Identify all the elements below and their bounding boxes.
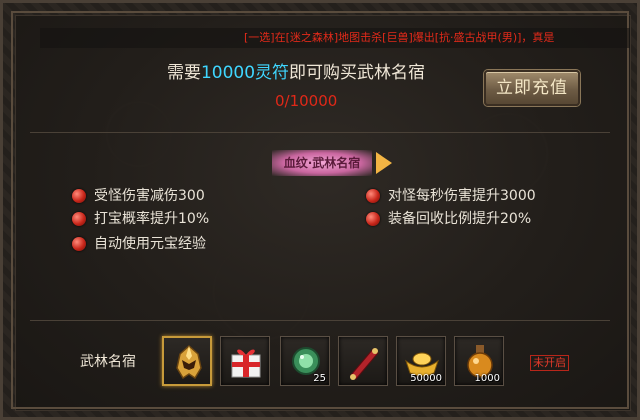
reward-label: 武林名宿 (80, 354, 136, 370)
divider-top (30, 132, 610, 133)
attribute-text: 打宝概率提升10% (94, 211, 210, 227)
required-amount: 10000灵符 (200, 63, 290, 83)
progress-count: 0/10000 (275, 92, 338, 110)
item-quantity: 1000 (474, 373, 500, 384)
attribute-text: 对怪每秒伤害提升3000 (388, 188, 536, 204)
item-quantity: 25 (313, 373, 326, 384)
status-badge: 未开启 (530, 355, 569, 371)
reward-slot-gem[interactable]: 25 (280, 336, 330, 386)
reward-slot-ingot[interactable]: 50000 (396, 336, 446, 386)
recharge-button[interactable]: 立即充值 (484, 70, 580, 106)
bullet-icon (366, 212, 380, 226)
requirement-suffix: 即可购买武林名宿 (289, 63, 426, 83)
bullet-icon (72, 189, 86, 203)
divider-bottom (30, 320, 610, 321)
reward-slot-potion[interactable]: 1000 (454, 336, 504, 386)
broadcast-ticker: [一选]在[迷之森林]地图击杀[巨兽]爆出[抗·盛古战甲(男)]，真是 (244, 31, 555, 44)
bullet-icon (72, 237, 86, 251)
reward-slot-helmet[interactable] (162, 336, 212, 386)
requirement-prefix: 需要 (166, 63, 201, 83)
attribute-left-1: 受怪伤害减伤300 (72, 187, 205, 205)
attribute-text: 自动使用元宝经验 (94, 236, 206, 252)
reward-slot-scroll[interactable] (338, 336, 388, 386)
reward-slot-gift[interactable] (220, 336, 270, 386)
gift-box-icon (231, 349, 261, 378)
attribute-text: 装备回收比例提升20% (388, 211, 532, 227)
attribute-left-2: 打宝概率提升10% (72, 210, 209, 228)
bullet-icon (72, 212, 86, 226)
attribute-text: 受怪伤害减伤300 (94, 188, 205, 204)
attribute-right-1: 对怪每秒伤害提升3000 (366, 187, 536, 205)
bullet-icon (366, 189, 380, 203)
title-badge: 血纹·武林名宿 (272, 150, 372, 176)
arrow-right-icon (376, 152, 392, 174)
attribute-left-3: 自动使用元宝经验 (72, 235, 206, 253)
item-quantity: 50000 (410, 373, 442, 384)
golden-helmet-icon (176, 344, 202, 380)
attribute-right-2: 装备回收比例提升20% (366, 210, 531, 228)
scroll-icon (350, 348, 379, 380)
